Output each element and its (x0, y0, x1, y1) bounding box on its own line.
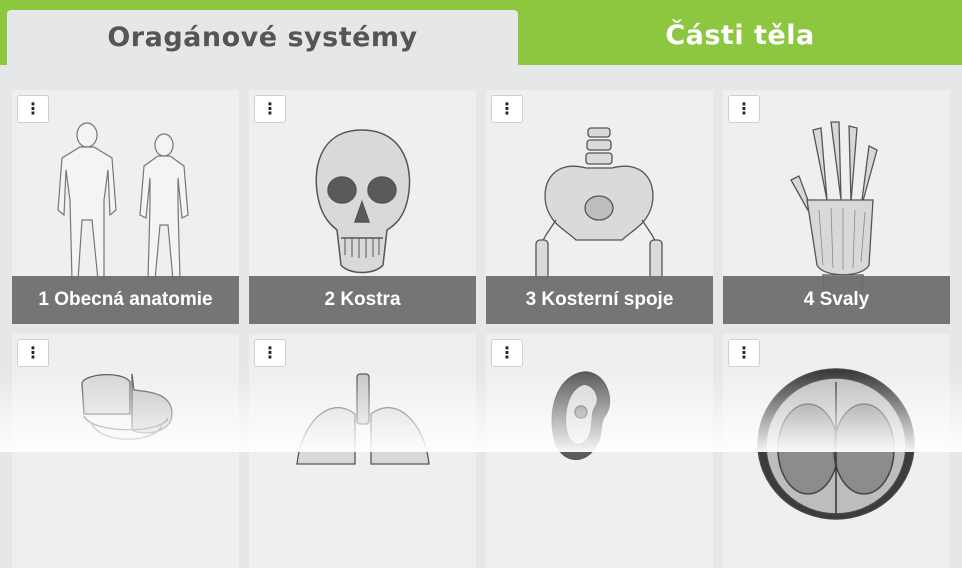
card-menu-button[interactable]: ⋮ (728, 95, 760, 123)
card-label: 1 Obecná anatomie (12, 276, 239, 324)
lungs-icon (296, 373, 430, 465)
tab-bar: Oragánové systémy Části těla (0, 0, 962, 65)
digestive-system-icon (81, 373, 173, 440)
card-label: 2 Kostra (249, 276, 476, 324)
card-menu-button[interactable]: ⋮ (491, 95, 523, 123)
topic-card-joints[interactable]: ⋮ 3 Kosterní spoje (486, 90, 713, 324)
brain-section-icon (757, 368, 915, 520)
tab-organ-systems[interactable]: Oragánové systémy (7, 10, 518, 65)
topic-grid: ⋮ 1 Obecná anatomie ⋮ 2 Kostra ⋮ 3 Koste… (0, 65, 962, 568)
kidney-icon (551, 371, 611, 460)
topic-card-respiratory[interactable]: ⋮ (249, 334, 476, 568)
card-label: 4 Svaly (723, 276, 950, 324)
topic-card-general-anatomy[interactable]: ⋮ 1 Obecná anatomie (12, 90, 239, 324)
topic-card-urinary[interactable]: ⋮ (486, 334, 713, 568)
card-menu-button[interactable]: ⋮ (17, 95, 49, 123)
topic-card-skeleton[interactable]: ⋮ 2 Kostra (249, 90, 476, 324)
topic-card-nervous[interactable]: ⋮ (723, 334, 950, 568)
topic-card-digestive[interactable]: ⋮ (12, 334, 239, 568)
card-label: 3 Kosterní spoje (486, 276, 713, 324)
card-menu-button[interactable]: ⋮ (254, 339, 286, 367)
card-menu-button[interactable]: ⋮ (728, 339, 760, 367)
card-menu-button[interactable]: ⋮ (491, 339, 523, 367)
card-menu-button[interactable]: ⋮ (254, 95, 286, 123)
topic-card-muscles[interactable]: ⋮ 4 Svaly (723, 90, 950, 324)
card-menu-button[interactable]: ⋮ (17, 339, 49, 367)
tab-body-parts[interactable]: Části těla (518, 8, 962, 63)
